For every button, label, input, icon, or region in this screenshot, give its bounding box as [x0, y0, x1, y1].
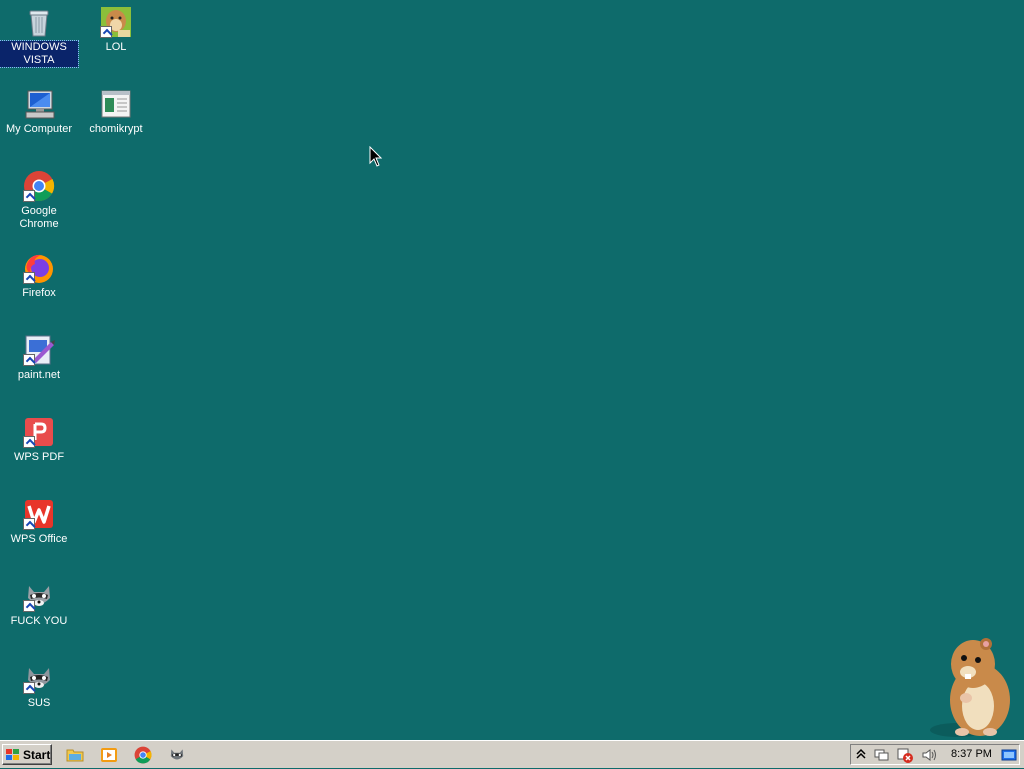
show-desktop-icon[interactable] — [1001, 747, 1017, 763]
volume-icon[interactable] — [921, 747, 937, 763]
show-hidden-icons-chevron[interactable] — [853, 747, 869, 763]
document-app-icon — [100, 88, 132, 120]
desktop[interactable]: WINDOWS VISTA LOL My Computer chomikrypt… — [0, 0, 1024, 740]
desktop-icon-label: FUCK YOU — [10, 615, 68, 627]
desktop-icon-label: My Computer — [5, 123, 73, 135]
shortcut-arrow-icon — [23, 518, 35, 530]
shortcut-arrow-icon — [23, 272, 35, 284]
system-tray: 8:37 PM — [850, 744, 1020, 765]
clock[interactable]: 8:37 PM — [951, 748, 992, 760]
desktop-icon-wps-pdf[interactable]: WPS PDF — [0, 410, 78, 482]
shortcut-arrow-icon — [23, 682, 35, 694]
desktop-icon-label: Google Chrome — [19, 205, 59, 230]
desktop-icon-label: WINDOWS VISTA — [0, 40, 79, 68]
desktop-icon-paint-net[interactable]: paint.net — [0, 328, 78, 400]
network-icon[interactable] — [873, 747, 889, 763]
desktop-icon-label: paint.net — [17, 369, 61, 381]
desktop-icon-firefox[interactable]: Firefox — [0, 246, 78, 318]
desktop-icon-fuck-you[interactable]: FUCK YOU — [0, 574, 78, 646]
shortcut-arrow-icon — [23, 354, 35, 366]
windows-logo-icon — [6, 748, 20, 761]
desktop-icon-sus[interactable]: SUS — [0, 656, 78, 728]
computer-icon — [23, 88, 55, 120]
wps-office-icon — [23, 498, 55, 530]
recycle-bin-icon — [23, 6, 55, 38]
desktop-icon-wps-office[interactable]: WPS Office — [0, 492, 78, 564]
mouse-cursor-icon — [369, 145, 383, 168]
desktop-icon-label: WPS PDF — [13, 451, 65, 463]
desktop-icon-label: Firefox — [22, 287, 56, 299]
hamster-box-icon — [100, 6, 132, 38]
desktop-icon-windows-vista[interactable]: WINDOWS VISTA — [0, 0, 79, 72]
raccoon-icon[interactable] — [168, 746, 186, 764]
paintnet-icon — [23, 334, 55, 366]
desktop-icon-chomikrypt[interactable]: chomikrypt — [77, 82, 155, 154]
shortcut-arrow-icon — [23, 190, 35, 202]
shortcut-arrow-icon — [23, 436, 35, 448]
hamster-image — [928, 634, 1018, 740]
taskbar: Start 8:37 PM — [0, 740, 1024, 768]
security-alert-icon[interactable] — [897, 747, 913, 763]
desktop-icon-label: WPS Office — [10, 533, 68, 545]
raccoon-icon — [23, 662, 55, 694]
desktop-icon-label: LOL — [105, 41, 127, 53]
start-label: Start — [23, 747, 51, 762]
desktop-icon-label: SUS — [27, 697, 51, 709]
desktop-icon-label: chomikrypt — [89, 123, 143, 135]
desktop-icon-my-computer[interactable]: My Computer — [0, 82, 78, 154]
desktop-icon-google-chrome[interactable]: Google Chrome — [0, 164, 78, 236]
start-button[interactable]: Start — [2, 744, 52, 765]
chrome-icon — [23, 170, 55, 202]
desktop-icon-lol[interactable]: LOL — [77, 0, 155, 72]
raccoon-icon — [23, 580, 55, 612]
shortcut-arrow-icon — [23, 600, 35, 612]
shortcut-arrow-icon — [100, 26, 112, 38]
chrome-icon[interactable] — [134, 746, 152, 764]
wps-pdf-icon — [23, 416, 55, 448]
firefox-icon — [23, 252, 55, 284]
media-player-icon[interactable] — [100, 746, 118, 764]
file-explorer-icon[interactable] — [66, 746, 84, 764]
